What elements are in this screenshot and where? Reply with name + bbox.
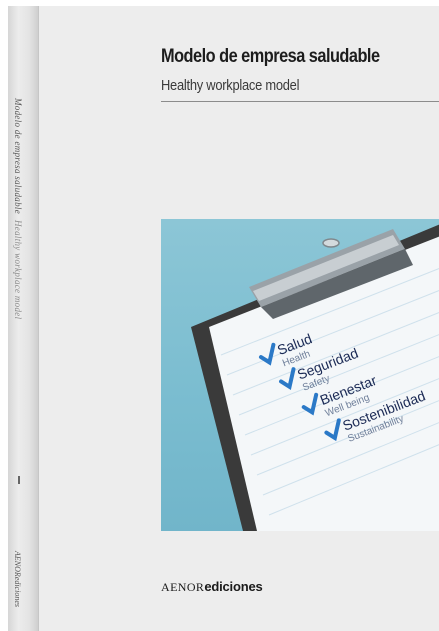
- front-cover: Modelo de empresa saludable Healthy work…: [39, 6, 439, 631]
- publisher-suffix: ediciones: [204, 579, 263, 594]
- clipboard-illustration: Salud Health Seguridad Safety Bienestar …: [191, 224, 439, 531]
- cover-photo: Salud Health Seguridad Safety Bienestar …: [161, 219, 439, 531]
- book-spine: Modelo de empresa saludable Healthy workp…: [8, 6, 39, 631]
- spine-title-es: Modelo de empresa saludable: [13, 98, 23, 214]
- spine-mark: [18, 476, 20, 484]
- spine-title-en: Healthy workplace model: [13, 220, 23, 320]
- publisher-logo: AENORediciones: [161, 578, 263, 596]
- spine-title: Modelo de empresa saludable Healthy workp…: [13, 98, 23, 319]
- spine-publisher: AENORediciones: [13, 551, 22, 607]
- book-title: Modelo de empresa saludable: [161, 46, 380, 67]
- publisher-prefix: AENOR: [161, 580, 205, 594]
- title-divider: [161, 101, 439, 102]
- book-subtitle: Healthy workplace model: [161, 77, 300, 94]
- book-cover-mockup: Modelo de empresa saludable Healthy workp…: [8, 6, 439, 631]
